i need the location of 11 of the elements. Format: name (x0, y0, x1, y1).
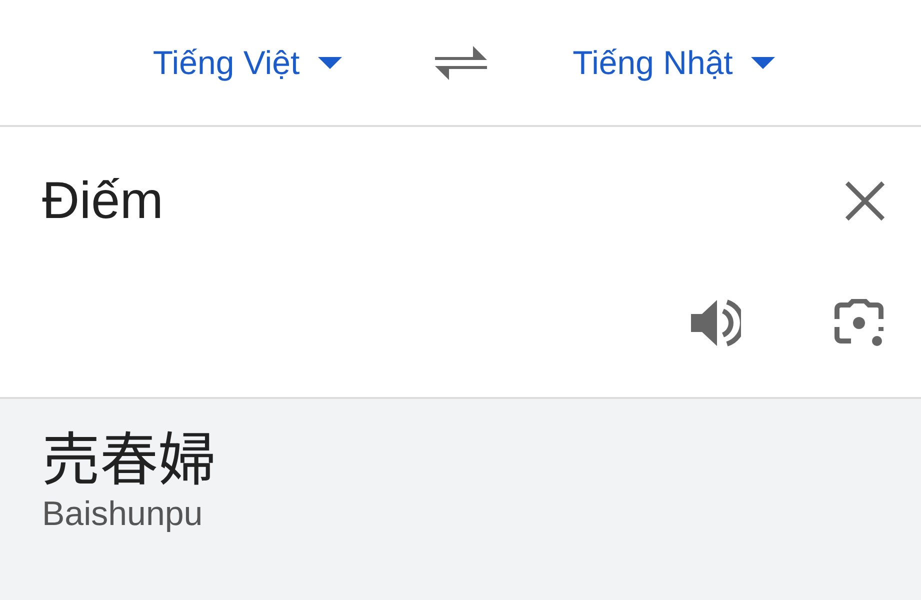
close-icon[interactable] (845, 181, 885, 221)
camera-icon[interactable] (833, 299, 885, 347)
speaker-icon[interactable] (691, 299, 741, 347)
target-language-button[interactable]: Tiếng Nhật (564, 40, 783, 86)
swap-icon[interactable] (434, 44, 486, 82)
source-language-button[interactable]: Tiếng Việt (144, 40, 350, 86)
caret-icon (750, 56, 775, 68)
caret-icon (318, 56, 342, 68)
input-field[interactable]: Điếm (36, 167, 548, 235)
translation-text: 売春婦 (42, 421, 216, 491)
romanization-text: Baishunpu (42, 494, 203, 534)
